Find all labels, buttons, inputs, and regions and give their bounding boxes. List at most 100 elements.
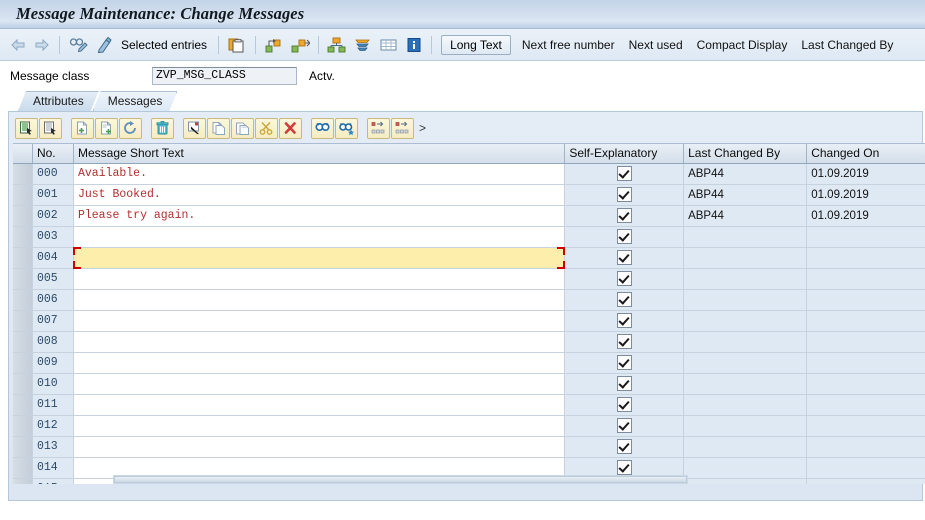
cell-last-changed-by[interactable] (683, 352, 808, 374)
cell-changed-on[interactable] (806, 436, 925, 458)
cell-last-changed-by[interactable] (683, 247, 808, 269)
cell-self-explanatory[interactable] (564, 163, 685, 185)
cell-changed-on[interactable] (806, 310, 925, 332)
row-selector-cell[interactable] (13, 163, 33, 185)
cell-self-explanatory[interactable] (564, 373, 685, 395)
table-row[interactable]: 007 (13, 310, 925, 332)
horizontal-scrollbar[interactable] (113, 475, 688, 484)
table-row[interactable]: 013 (13, 436, 925, 458)
cell-message-number[interactable]: 009 (32, 352, 74, 374)
table-row[interactable]: 010 (13, 373, 925, 395)
column-header-message-short-text[interactable]: Message Short Text (73, 144, 566, 164)
cell-last-changed-by[interactable] (683, 310, 808, 332)
cell-last-changed-by[interactable] (683, 415, 808, 437)
cell-changed-on[interactable] (806, 415, 925, 437)
cell-last-changed-by[interactable] (683, 394, 808, 416)
self-explanatory-checkbox[interactable] (616, 418, 632, 434)
cell-self-explanatory[interactable] (564, 436, 685, 458)
cell-message-number[interactable]: 006 (32, 289, 74, 311)
cell-changed-on[interactable] (806, 394, 925, 416)
column-header-changed-on[interactable]: Changed On (806, 144, 925, 164)
table-row[interactable]: 009 (13, 352, 925, 374)
cell-message-short-text[interactable] (73, 310, 566, 332)
row-selector-cell[interactable] (13, 205, 33, 227)
compact-display-button[interactable]: Compact Display (690, 38, 795, 52)
insert-row-icon[interactable] (95, 117, 118, 139)
cell-last-changed-by[interactable] (683, 226, 808, 248)
self-explanatory-checkbox[interactable] (616, 292, 632, 308)
paste-icon[interactable] (231, 117, 254, 139)
cell-changed-on[interactable] (806, 331, 925, 353)
cell-last-changed-by[interactable] (683, 331, 808, 353)
cell-message-short-text[interactable] (73, 331, 566, 353)
cell-self-explanatory[interactable] (564, 310, 685, 332)
cell-changed-on[interactable]: 01.09.2019 (806, 163, 925, 185)
copy-icon[interactable] (207, 117, 230, 139)
cell-changed-on[interactable] (806, 268, 925, 290)
cell-self-explanatory[interactable] (564, 268, 685, 290)
cell-message-short-text[interactable] (73, 226, 566, 248)
cell-self-explanatory[interactable] (564, 415, 685, 437)
cell-message-number[interactable]: 005 (32, 268, 74, 290)
cell-self-explanatory[interactable] (564, 184, 685, 206)
column-header-self-explanatory[interactable]: Self-Explanatory (564, 144, 685, 164)
row-selector-cell[interactable] (13, 436, 33, 458)
cell-message-number[interactable]: 010 (32, 373, 74, 395)
long-text-button[interactable]: Long Text (441, 34, 511, 55)
tab-messages[interactable]: Messages (93, 91, 178, 111)
row-selector-cell[interactable] (13, 247, 33, 269)
row-select-header[interactable] (13, 144, 33, 164)
pencil-icon[interactable] (93, 33, 117, 57)
selected-entries-label[interactable]: Selected entries (117, 38, 213, 52)
table-row[interactable]: 006 (13, 289, 925, 311)
self-explanatory-checkbox[interactable] (616, 439, 632, 455)
cell-message-number[interactable]: 001 (32, 184, 74, 206)
forward-arrow-icon[interactable] (30, 33, 54, 57)
cell-message-short-text[interactable] (73, 289, 566, 311)
cell-message-short-text[interactable]: Please try again. (73, 205, 566, 227)
delete-icon[interactable] (279, 117, 302, 139)
info-icon[interactable] (402, 33, 426, 57)
table-row[interactable]: 000 Available. ABP44 01.09.2019 (13, 163, 925, 185)
cell-message-short-text[interactable] (73, 415, 566, 437)
table-row[interactable]: 004 (13, 246, 925, 269)
cell-message-short-text[interactable]: Available. (73, 163, 566, 185)
self-explanatory-checkbox[interactable] (616, 271, 632, 287)
horizontal-scrollbar-thumb[interactable] (114, 476, 687, 483)
cell-message-short-text[interactable] (73, 394, 566, 416)
cell-last-changed-by[interactable]: ABP44 (683, 184, 808, 206)
display-change-icon[interactable] (65, 33, 93, 57)
self-explanatory-checkbox[interactable] (616, 460, 632, 476)
next-free-number-button[interactable]: Next free number (515, 38, 622, 52)
cell-message-number[interactable]: 014 (32, 457, 74, 479)
column-header-last-changed-by[interactable]: Last Changed By (683, 144, 808, 164)
cell-last-changed-by[interactable] (683, 289, 808, 311)
self-explanatory-checkbox[interactable] (616, 229, 632, 245)
messages-grid-scroll-area[interactable]: No. Message Short Text Self-Explanatory … (13, 144, 925, 484)
cell-message-number[interactable]: 013 (32, 436, 74, 458)
table-row[interactable]: 001 Just Booked. ABP44 01.09.2019 (13, 184, 925, 206)
cell-last-changed-by[interactable] (683, 268, 808, 290)
self-explanatory-checkbox[interactable] (616, 397, 632, 413)
cell-changed-on[interactable] (806, 457, 925, 479)
cell-self-explanatory[interactable] (564, 205, 685, 227)
column-header-no[interactable]: No. (32, 144, 74, 164)
select-block-icon[interactable] (183, 117, 206, 139)
cell-message-number[interactable]: 007 (32, 310, 74, 332)
cell-changed-on[interactable] (806, 226, 925, 248)
more-options-chevron-icon[interactable]: > (415, 121, 430, 135)
cell-message-short-text-active[interactable] (72, 246, 566, 269)
cell-self-explanatory[interactable] (564, 394, 685, 416)
cell-message-number[interactable]: 004 (32, 247, 74, 269)
self-explanatory-checkbox[interactable] (616, 250, 632, 266)
row-selector-cell[interactable] (13, 478, 33, 484)
row-selector-cell[interactable] (13, 289, 33, 311)
cell-changed-on[interactable]: 01.09.2019 (806, 205, 925, 227)
refresh-icon[interactable] (119, 117, 142, 139)
cell-self-explanatory[interactable] (564, 289, 685, 311)
row-selector-cell[interactable] (13, 352, 33, 374)
cell-message-number[interactable]: 002 (32, 205, 74, 227)
cell-message-short-text[interactable] (73, 373, 566, 395)
cell-message-short-text[interactable] (73, 352, 566, 374)
choose-detail-icon[interactable] (39, 117, 62, 139)
